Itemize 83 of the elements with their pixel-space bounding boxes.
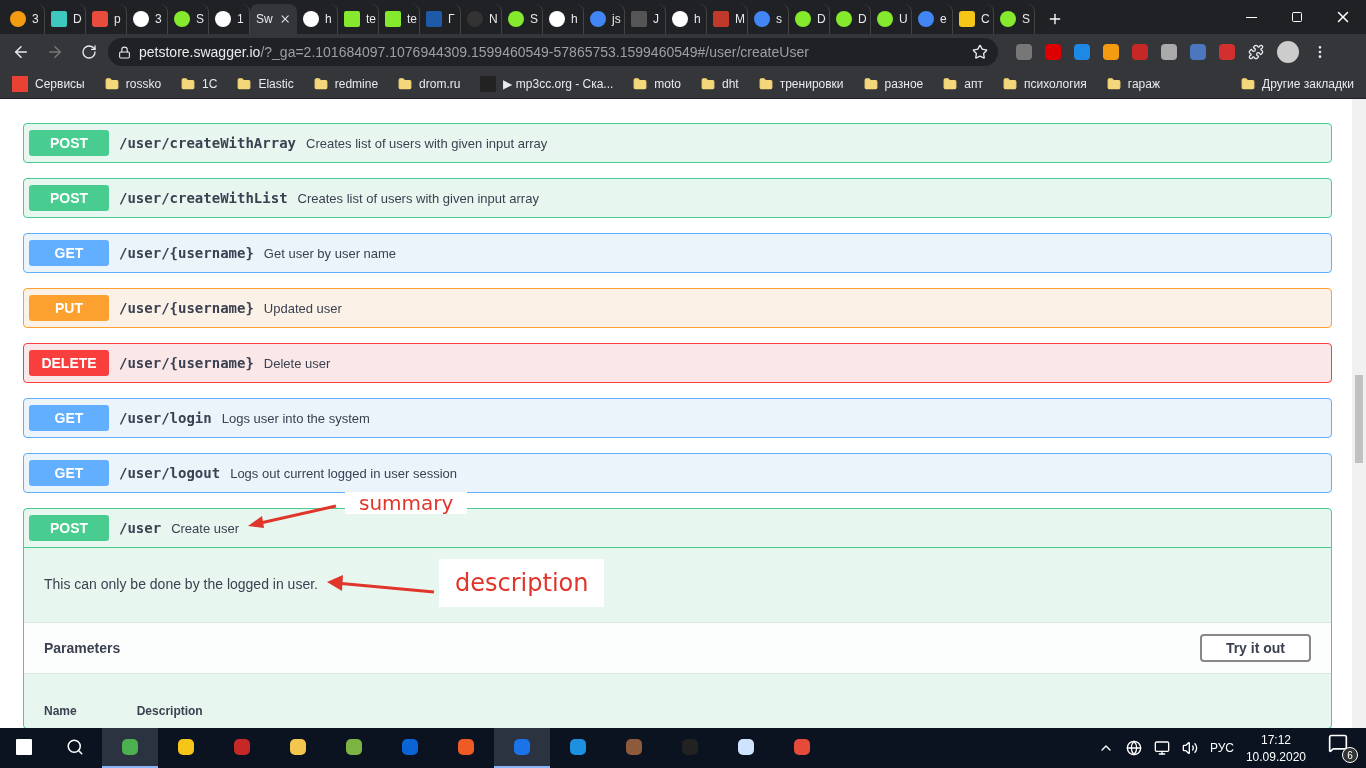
bookmark-label: Другие закладки [1262,77,1354,91]
extensions-icon[interactable] [1248,44,1264,60]
bookmark-label: 1C [202,77,218,91]
endpoint-path: /user/createWithArray [119,135,296,151]
endpoint-path: /user/{username} [119,355,254,371]
column-header: Name [44,704,77,718]
scrollbar-thumb[interactable] [1355,375,1363,463]
browser-tab[interactable]: Sw [250,4,297,34]
method-badge: GET [29,405,109,431]
taskbar-app[interactable] [494,728,550,768]
endpoint-summary: Get user by user name [263,245,397,261]
back-icon [12,43,30,61]
bookmark[interactable]: гараж [1106,77,1160,91]
parameters-title: Parameters [44,640,121,656]
bookmark-label: redmine [334,77,379,91]
bookmark-label: психология [1023,77,1087,91]
bookmark[interactable]: moto [633,77,681,91]
search-icon [66,738,84,756]
endpoint-path: /user/{username} [119,245,254,261]
method-badge: POST [29,130,109,156]
bookmark-label: rossko [125,77,162,91]
bookmark[interactable]: Другие закладки [1241,77,1354,91]
endpoint-summary: Creates list of users with given input array [306,135,548,151]
endpoint-summary: Delete user [263,355,331,371]
endpoint-path: /user/login [119,410,212,426]
restore-icon [1291,11,1303,23]
address-field[interactable]: petstore.swagger.io/?_ga=2.101684097.1076944309.1599460549-57865753.1599460549#/user/createUser [108,38,998,66]
endpoint-summary: Updated user [263,300,342,316]
bookmark[interactable]: разное [863,77,924,91]
language-indicator[interactable]: РУС [1209,741,1234,755]
bookmark[interactable]: ▶ mp3cc.org - Ска... [480,76,614,92]
method-badge: GET [29,240,109,266]
method-badge: POST [29,515,109,541]
endpoint-description: This can only be done by the logged in user. [44,576,318,592]
endpoint-summary: Logs user into the system [221,410,370,426]
bookmark[interactable]: Сервисы [12,76,85,92]
bookmark[interactable]: Elastic [237,77,294,91]
minimize-icon [1245,16,1257,18]
notifications-button[interactable]: 6 [1328,733,1358,763]
taskbar-app[interactable] [102,728,158,768]
network-icon[interactable] [1153,740,1170,756]
method-badge: GET [29,460,109,486]
bookmark-label: Elastic [258,77,294,91]
bookmark-label: тренировки [779,77,844,91]
bookmark[interactable]: drom.ru [398,77,461,91]
bookmark[interactable]: тренировки [758,77,844,91]
endpoint-summary: Create user [171,520,240,536]
try-it-out-button[interactable]: Try it out [1199,634,1311,662]
bookmark-label: moto [654,77,681,91]
profile-avatar[interactable] [1277,41,1299,63]
bookmark-label: drom.ru [419,77,461,91]
bookmark[interactable]: redmine [313,77,379,91]
bookmark-label: dht [722,77,739,91]
endpoint-path: /user/logout [119,465,221,481]
bookmark[interactable]: 1C [181,77,218,91]
endpoint-path: /user/{username} [119,300,254,316]
message-icon [1328,733,1348,753]
annotation-label: summary [345,492,468,514]
bookmark-label: гараж [1127,77,1160,91]
volume-icon[interactable] [1181,740,1198,756]
endpoint-path: /user/createWithList [119,190,288,206]
bookmark[interactable]: апт [943,77,983,91]
endpoint-path: /user [119,520,162,536]
method-badge: POST [29,185,109,211]
bookmark-label: Сервисы [35,77,85,91]
method-badge: DELETE [29,350,109,376]
bookmark[interactable]: dht [701,77,739,91]
clock[interactable]: 17:12 10.09.2020 [1245,732,1306,764]
method-badge: PUT [29,295,109,321]
reload-icon [81,44,97,60]
bookmark-label: апт [964,77,983,91]
endpoint-summary: Logs out current logged in user session [230,465,458,481]
bookmark[interactable]: психология [1002,77,1087,91]
endpoint-summary: Creates list of users with given input array [297,190,539,206]
bookmark[interactable]: rossko [104,77,162,91]
star-icon[interactable] [972,44,988,60]
lock-icon [118,45,131,59]
forward-icon [46,43,64,61]
bookmark-label: ▶ mp3cc.org - Ска... [503,77,614,91]
column-header: Description [136,704,203,718]
scrollbar[interactable] [1352,99,1366,728]
bookmark-label: разное [884,77,924,91]
annotation-label: description [439,559,605,607]
